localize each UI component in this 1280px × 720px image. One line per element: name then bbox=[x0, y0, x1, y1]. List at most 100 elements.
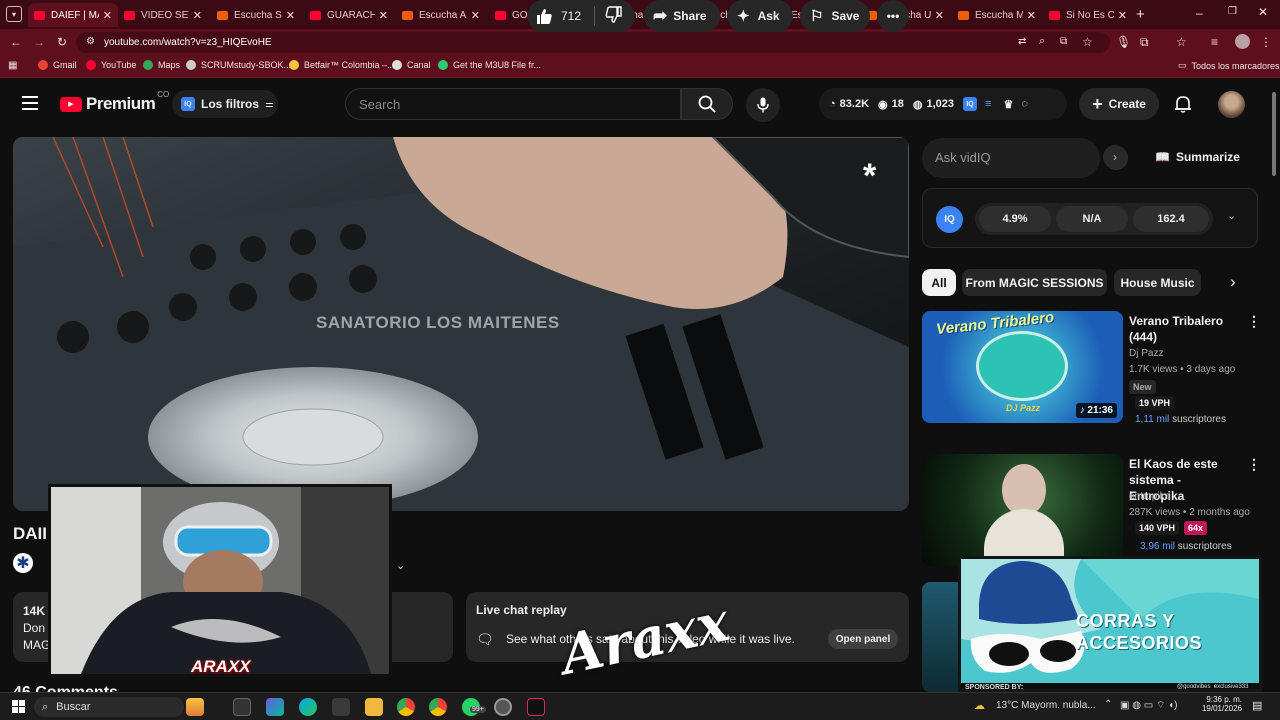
windows-start-icon[interactable] bbox=[12, 700, 25, 713]
browser-tab[interactable]: GUARACHA✕ bbox=[304, 3, 394, 27]
bookmark-item[interactable]: Canal bbox=[392, 60, 431, 70]
bookmark-item[interactable]: Maps bbox=[143, 60, 180, 70]
youtube-logo[interactable]: ▶ Premium CO bbox=[60, 90, 169, 114]
back-icon[interactable]: ← bbox=[10, 35, 22, 49]
menu-hamburger-icon[interactable] bbox=[22, 96, 38, 110]
summarize-button[interactable]: 📖 Summarize bbox=[1155, 150, 1240, 164]
taskbar-search[interactable]: ⌕ Buscar bbox=[34, 697, 184, 717]
close-tab-icon[interactable]: ✕ bbox=[189, 9, 202, 22]
close-tab-icon[interactable]: ✕ bbox=[467, 9, 480, 22]
search-button[interactable] bbox=[681, 88, 733, 120]
channel-avatar[interactable]: ✱ bbox=[13, 553, 33, 573]
browser-tab[interactable]: DAIEF | MAG✕ bbox=[28, 3, 118, 27]
reload-icon[interactable]: ↻ bbox=[57, 35, 67, 49]
bookmark-star-icon[interactable]: ☆ bbox=[1082, 35, 1093, 49]
search-input[interactable]: Search bbox=[345, 88, 681, 120]
video-player[interactable]: * SANATORIO LOS MAITENES bbox=[13, 137, 909, 511]
recommendation-thumbnail[interactable]: Verano Tribalero DJ Pazz ♪ 21:36 bbox=[922, 311, 1123, 423]
file-explorer-icon[interactable] bbox=[365, 698, 383, 716]
install-icon[interactable]: ⧉ bbox=[1060, 36, 1067, 47]
close-window-icon[interactable]: ✕ bbox=[1258, 5, 1268, 19]
more-vert-icon[interactable]: ⋮ bbox=[1247, 313, 1261, 330]
chip-all[interactable]: All bbox=[922, 269, 956, 296]
bookmark-item[interactable]: Betfair™ Colombia –... bbox=[289, 60, 395, 70]
tray-icons[interactable]: ▣ ◍ ▭ ⌔ ◖) bbox=[1120, 699, 1178, 712]
clock[interactable]: 9:36 p. m. 19/01/2026 bbox=[1198, 695, 1242, 713]
translate-icon[interactable]: ⇄ bbox=[1018, 36, 1026, 47]
copilot-app-icon[interactable] bbox=[266, 698, 284, 716]
like-button[interactable]: 712 bbox=[527, 6, 595, 26]
user-avatar[interactable] bbox=[1218, 91, 1245, 118]
browser-tab[interactable]: Escucha A LI✕ bbox=[396, 3, 486, 27]
close-tab-icon[interactable]: ✕ bbox=[1114, 9, 1127, 22]
share-button[interactable]: ➦ Share bbox=[644, 0, 720, 32]
forward-icon[interactable]: → bbox=[33, 35, 45, 49]
site-info-icon[interactable]: ⚙ bbox=[86, 36, 95, 47]
list-icon[interactable]: ≡ bbox=[985, 98, 991, 110]
close-tab-icon[interactable]: ✕ bbox=[375, 9, 388, 22]
address-bar[interactable]: ⚙ youtube.com/watch?v=z3_HIQEvoHE ⇄ ⌕ ⧉ … bbox=[76, 32, 1110, 53]
browser-tab[interactable]: VIDEO SET 1✕ bbox=[118, 3, 208, 27]
dislike-button[interactable] bbox=[595, 6, 622, 26]
vidiq-icon[interactable]: IQ bbox=[963, 97, 978, 111]
close-tab-icon[interactable]: ✕ bbox=[931, 9, 944, 22]
ask-submit-icon[interactable]: › bbox=[1103, 145, 1127, 169]
mic-icon[interactable]: 🎙 bbox=[1116, 35, 1131, 49]
obs-icon[interactable] bbox=[494, 698, 512, 716]
weather-widget[interactable]: 13°C Mayorm. nubla... bbox=[996, 700, 1096, 711]
page-scrollbar[interactable] bbox=[1272, 92, 1276, 176]
task-view-icon[interactable] bbox=[233, 698, 251, 716]
reading-list-icon[interactable]: ≡ bbox=[1211, 35, 1218, 49]
favorites-icon[interactable]: ☆ bbox=[1176, 35, 1187, 49]
open-panel-button[interactable]: Open panel bbox=[828, 629, 898, 649]
notifications-icon[interactable] bbox=[1173, 94, 1193, 119]
apps-grid-icon[interactable]: ▦ bbox=[8, 60, 17, 71]
zoom-icon[interactable]: ⌕ bbox=[1039, 35, 1045, 48]
metric-score[interactable]: 162.4 bbox=[1133, 206, 1209, 232]
ask-button[interactable]: ✦ Ask bbox=[727, 0, 793, 32]
chrome-profile-icon[interactable] bbox=[429, 698, 447, 716]
recommendation-thumbnail-partial[interactable] bbox=[922, 582, 962, 692]
edge-icon[interactable] bbox=[299, 698, 317, 716]
menu-dots-icon[interactable]: ⋮ bbox=[1260, 35, 1272, 49]
maximize-icon[interactable]: ❐ bbox=[1228, 6, 1237, 17]
close-tab-icon[interactable]: ✕ bbox=[99, 9, 112, 22]
create-button[interactable]: + Create bbox=[1079, 88, 1159, 120]
minimize-icon[interactable]: – bbox=[1196, 6, 1203, 20]
bookmark-item[interactable]: YouTube bbox=[86, 60, 136, 70]
chat-icon[interactable]: ◌ bbox=[1021, 98, 1028, 110]
chip-house-music[interactable]: House Music bbox=[1114, 269, 1201, 296]
trophy-icon[interactable]: ♛ bbox=[1003, 98, 1013, 111]
metric-na[interactable]: N/A bbox=[1056, 206, 1128, 232]
new-tab-icon[interactable]: + bbox=[1136, 6, 1145, 23]
recommendation-item[interactable]: El Kaos de este sistema - Entropika ⋮ en… bbox=[922, 454, 1262, 566]
tab-search-icon[interactable]: ▾ bbox=[6, 6, 22, 22]
extensions-icon[interactable]: ⧉ bbox=[1140, 35, 1149, 50]
browser-tab[interactable]: Escucha SOL✕ bbox=[211, 3, 301, 27]
metric-engagement[interactable]: 4.9% bbox=[979, 206, 1051, 232]
more-vert-icon[interactable]: ⋮ bbox=[1247, 456, 1261, 473]
chevron-down-icon[interactable]: ⌄ bbox=[396, 559, 405, 572]
voice-search-button[interactable] bbox=[746, 88, 780, 122]
tiktok-icon[interactable] bbox=[527, 698, 545, 716]
tray-chevron-icon[interactable]: ⌃ bbox=[1104, 699, 1112, 710]
chevron-down-icon[interactable]: ⌄ bbox=[1227, 209, 1236, 222]
browser-tab[interactable]: Si No Es Co✕ bbox=[1043, 3, 1133, 27]
ask-vidiq-input[interactable]: Ask vidIQ › bbox=[922, 138, 1128, 178]
browser-tab[interactable]: Escucha MA✕ bbox=[952, 3, 1042, 27]
all-bookmarks[interactable]: ▭ Todos los marcadores bbox=[1178, 60, 1280, 71]
chips-next-icon[interactable]: › bbox=[1230, 272, 1236, 292]
copilot-icon[interactable] bbox=[186, 698, 204, 716]
more-actions-button[interactable]: ••• bbox=[877, 0, 909, 32]
vidiq-filters-button[interactable]: IQ Los filtros ⚌ bbox=[172, 90, 278, 118]
chip-from-channel[interactable]: From MAGIC SESSIONS bbox=[962, 269, 1107, 296]
recommendation-thumbnail[interactable] bbox=[922, 454, 1123, 566]
notifications-tray-icon[interactable]: ▤ bbox=[1252, 699, 1262, 712]
profile-avatar[interactable] bbox=[1235, 34, 1250, 49]
close-tab-icon[interactable]: ✕ bbox=[282, 9, 295, 22]
recommendation-item[interactable]: Verano Tribalero DJ Pazz ♪ 21:36 Verano … bbox=[922, 311, 1262, 425]
save-button[interactable]: ⚐ Save bbox=[800, 0, 870, 32]
bookmark-item[interactable]: SCRUMstudy-SBOK... bbox=[186, 60, 291, 70]
bookmark-item[interactable]: Gmail bbox=[38, 60, 77, 70]
store-icon[interactable] bbox=[332, 698, 350, 716]
